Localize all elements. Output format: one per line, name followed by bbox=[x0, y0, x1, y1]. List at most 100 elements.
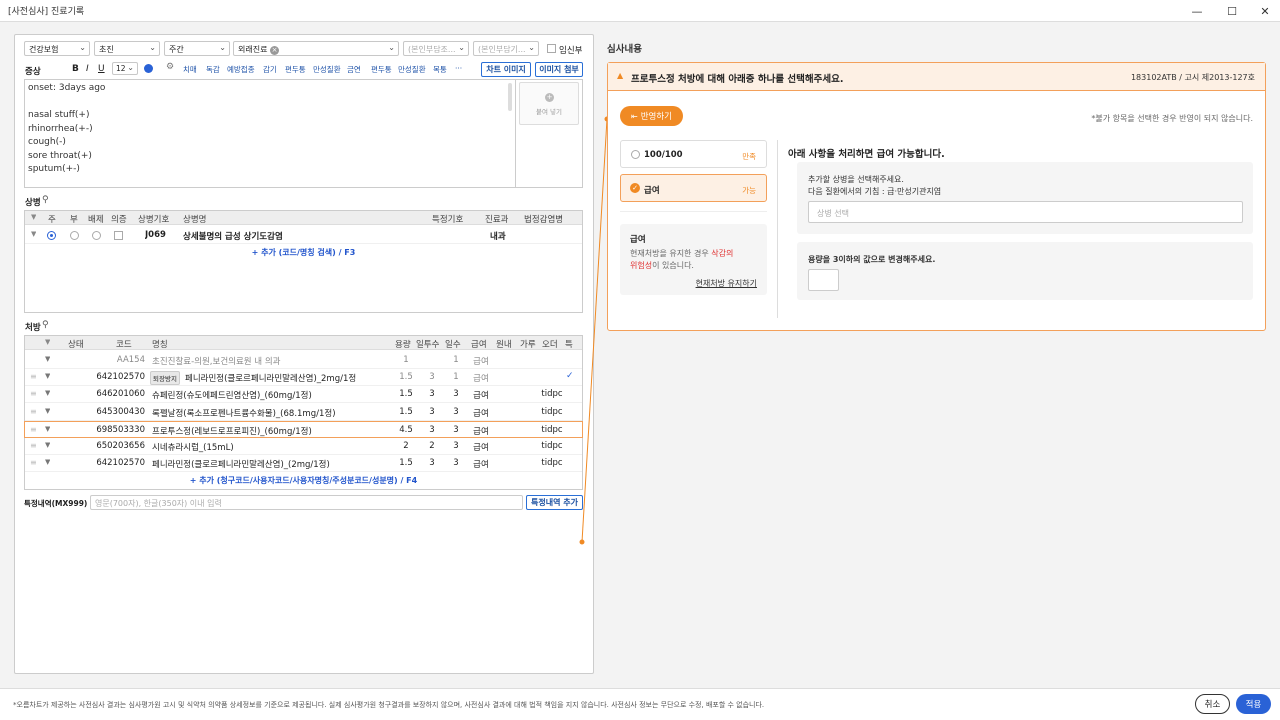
rx-times[interactable]: 3 bbox=[420, 458, 444, 468]
cancel-button[interactable]: 취소 bbox=[1195, 694, 1230, 714]
care-type-select[interactable]: 외래진료 × ⌄ bbox=[233, 41, 399, 56]
quick-tag[interactable]: 만성질환 bbox=[398, 64, 426, 75]
quick-tag[interactable]: 치매 bbox=[183, 64, 197, 75]
rx-times[interactable]: 3 bbox=[420, 407, 444, 417]
quick-tag[interactable]: 만성질환 bbox=[313, 64, 341, 75]
rx-times[interactable]: 3 bbox=[420, 389, 444, 399]
chevron-down-icon[interactable]: ▼ bbox=[45, 441, 50, 449]
dose-input[interactable] bbox=[808, 269, 839, 291]
search-icon[interactable]: ⚲ bbox=[42, 320, 49, 330]
prescription-row[interactable]: ≡ ▼ 698503330 프로투스정(레보드로프로피진)_(60mg/1정) 4.5 3… bbox=[24, 420, 583, 438]
rx-dose[interactable]: 1.5 bbox=[394, 372, 418, 382]
prescription-row[interactable]: ≡ ▼ 650203656 시네츄라시럽_(15mL) 2 2 3 급여 tidpc bbox=[25, 438, 582, 455]
quick-tag[interactable]: 감기 bbox=[263, 64, 277, 75]
prescription-row[interactable]: ≡ ▼ 642102570 퇴장방지 페니라민정(클로르페니라민말레산염)_2mg/1정… bbox=[25, 369, 582, 387]
rx-days[interactable]: 3 bbox=[444, 389, 468, 399]
drag-handle-icon[interactable]: ≡ bbox=[30, 407, 37, 416]
maximize-icon[interactable]: ☐ bbox=[1215, 0, 1249, 22]
rx-dose[interactable]: 1.5 bbox=[394, 407, 418, 417]
close-icon[interactable]: ✕ bbox=[1248, 0, 1280, 22]
add-diagnosis-link[interactable]: + 추가 (코드/명칭 검색) / F3 bbox=[24, 247, 583, 258]
rx-days[interactable]: 1 bbox=[444, 372, 468, 382]
insurance-select[interactable]: 건강보험 ⌄ bbox=[24, 41, 90, 56]
symptom-editor[interactable] bbox=[24, 79, 583, 188]
chevron-down-icon[interactable]: ▼ bbox=[45, 407, 50, 415]
quick-tag[interactable]: 편두통 bbox=[371, 64, 392, 75]
rx-dose[interactable]: 1.5 bbox=[394, 389, 418, 399]
diagnosis-select-input[interactable]: 상병 선택 bbox=[808, 201, 1243, 223]
minimize-icon[interactable]: — bbox=[1180, 0, 1214, 22]
diagnosis-row[interactable]: ▼ J069 상세불명의 급성 상기도감염 내과 bbox=[25, 227, 582, 244]
special-record-input[interactable]: 영문(700자), 한글(350자) 이내 입력 bbox=[90, 495, 523, 510]
quick-tag[interactable]: 복통 bbox=[433, 64, 447, 75]
rx-dose[interactable]: 1.5 bbox=[394, 458, 418, 468]
prescription-row[interactable]: ≡ ▼ 646201060 슈페린정(슈도에페드린염산염)_(60mg/1정) 1.5 3… bbox=[25, 386, 582, 404]
rx-dose[interactable]: 2 bbox=[394, 441, 418, 451]
rx-days[interactable]: 3 bbox=[444, 425, 468, 435]
keep-prescription-link[interactable]: 현재처방 유지하기 bbox=[696, 278, 757, 289]
rx-times[interactable]: 3 bbox=[420, 372, 444, 382]
add-prescription-link[interactable]: + 추가 (청구코드/사용자코드/사용자명칭/주성분코드/성분명) / F4 bbox=[24, 475, 583, 486]
option-100-radio[interactable] bbox=[631, 150, 640, 159]
chevron-down-icon[interactable]: ▼ bbox=[31, 213, 36, 221]
option-pay[interactable]: ✓ 급여 가능 bbox=[620, 174, 767, 202]
quick-tag[interactable]: ··· bbox=[455, 64, 462, 73]
rx-days[interactable]: 1 bbox=[444, 355, 468, 365]
check-icon[interactable]: ✓ bbox=[630, 183, 640, 193]
paste-box[interactable]: + 붙여 넣기 bbox=[519, 82, 579, 125]
chevron-down-icon[interactable]: ▼ bbox=[45, 372, 50, 380]
quick-tag[interactable]: 금연 bbox=[347, 64, 361, 75]
apply-button[interactable]: 적용 bbox=[1236, 694, 1271, 714]
quick-tag[interactable]: 독감 bbox=[206, 64, 220, 75]
review-banner[interactable]: ▲ 프로투스정 처방에 대해 아래중 하나를 선택해주세요. 183102ATB… bbox=[608, 63, 1265, 91]
rx-days[interactable]: 3 bbox=[444, 441, 468, 451]
prescription-row[interactable]: ▼ AA154 초진진찰료-의원,보건의료원 내 의과 1 1 급여 bbox=[25, 352, 582, 369]
quick-tag[interactable]: 예방접종 bbox=[227, 64, 255, 75]
drag-handle-icon[interactable]: ≡ bbox=[30, 372, 37, 381]
chevron-down-icon[interactable]: ▼ bbox=[45, 338, 50, 346]
scrollbar[interactable] bbox=[508, 83, 512, 111]
copay1-select[interactable]: (본인부담조... ⌄ bbox=[403, 41, 469, 56]
pregnant-checkbox[interactable] bbox=[547, 44, 556, 53]
chevron-down-icon[interactable]: ▼ bbox=[45, 458, 50, 466]
bold-button[interactable]: B bbox=[72, 64, 79, 74]
search-icon[interactable]: ⚲ bbox=[42, 195, 49, 205]
prescription-row[interactable]: ≡ ▼ 642102570 페니라민정(클로르페니라민말레산염)_(2mg/1정) 1.… bbox=[25, 455, 582, 473]
italic-button[interactable]: I bbox=[86, 64, 89, 74]
chart-image-button[interactable]: 차트 이미지 bbox=[481, 62, 531, 77]
font-size-select[interactable]: 12 ⌄ bbox=[112, 62, 138, 75]
apply-review-button[interactable]: ⇤ 반영하기 bbox=[620, 106, 683, 126]
rx-days[interactable]: 3 bbox=[444, 407, 468, 417]
rx-dose[interactable]: 4.5 bbox=[394, 425, 418, 435]
rx-dose[interactable]: 1 bbox=[394, 355, 418, 365]
exclude-radio[interactable] bbox=[92, 231, 101, 240]
drag-handle-icon[interactable]: ≡ bbox=[30, 458, 37, 467]
sub-radio[interactable] bbox=[70, 231, 79, 240]
time-select[interactable]: 주간 ⌄ bbox=[164, 41, 230, 56]
underline-button[interactable]: U bbox=[98, 64, 105, 74]
drag-handle-icon[interactable]: ≡ bbox=[30, 389, 37, 398]
gear-icon[interactable]: ⚙ bbox=[166, 62, 174, 72]
main-radio[interactable] bbox=[47, 231, 56, 240]
color-picker[interactable] bbox=[144, 64, 153, 73]
visit-type-select[interactable]: 초진 ⌄ bbox=[94, 41, 160, 56]
drag-handle-icon[interactable]: ≡ bbox=[30, 425, 37, 434]
image-attach-button[interactable]: 이미지 첨부 bbox=[535, 62, 583, 77]
copay2-select[interactable]: (본인부담기... ⌄ bbox=[473, 41, 539, 56]
symptom-text[interactable]: onset: 3days ago nasal stuff(+) rhinorrhea… bbox=[28, 82, 105, 177]
clear-icon[interactable]: × bbox=[270, 46, 279, 55]
rx-days[interactable]: 3 bbox=[444, 458, 468, 468]
rx-times[interactable]: 3 bbox=[420, 425, 444, 435]
requirement-dose-box: 용량을 3이하의 값으로 변경해주세요. bbox=[797, 242, 1253, 300]
quick-tag[interactable]: 편두통 bbox=[285, 64, 306, 75]
chevron-down-icon[interactable]: ▼ bbox=[31, 230, 36, 238]
option-100[interactable]: 100/100 만족 bbox=[620, 140, 767, 168]
drag-handle-icon[interactable]: ≡ bbox=[30, 441, 37, 450]
chevron-down-icon[interactable]: ▼ bbox=[45, 389, 50, 397]
prescription-row[interactable]: ≡ ▼ 645300430 록펠날정(록소프로펜나트륨수화물)_(68.1mg/1정)… bbox=[25, 404, 582, 421]
suspect-checkbox[interactable] bbox=[114, 231, 123, 240]
collapse-icon[interactable]: ▲ bbox=[617, 71, 623, 80]
rx-times[interactable]: 2 bbox=[420, 441, 444, 451]
chevron-down-icon[interactable]: ▼ bbox=[45, 355, 50, 363]
chevron-down-icon[interactable]: ▼ bbox=[45, 425, 50, 433]
